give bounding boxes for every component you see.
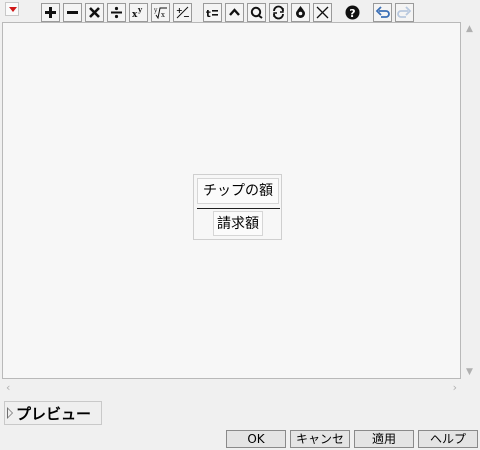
svg-text:y: y bbox=[153, 7, 158, 14]
svg-text:y: y bbox=[137, 5, 143, 14]
multiply-icon[interactable] bbox=[85, 2, 104, 22]
subtract-icon[interactable] bbox=[63, 2, 82, 22]
cancel-button[interactable]: キャンセル bbox=[290, 430, 350, 450]
formula-denominator[interactable]: 請求額 bbox=[213, 211, 263, 236]
formula-toolbar: xy yx + − t ? bbox=[41, 2, 417, 22]
formula-fraction[interactable]: チップの額 請求額 bbox=[193, 174, 282, 240]
add-icon[interactable] bbox=[41, 2, 60, 22]
swap-icon[interactable] bbox=[269, 2, 288, 22]
redo-icon bbox=[395, 2, 414, 22]
preview-label: プレビュー bbox=[16, 404, 92, 423]
apply-button[interactable]: 適用 bbox=[354, 430, 414, 448]
help-button[interactable]: ヘルプ bbox=[418, 430, 478, 448]
svg-text:t: t bbox=[206, 9, 211, 20]
power-icon[interactable]: xy bbox=[129, 2, 148, 22]
svg-text:−: − bbox=[183, 12, 190, 20]
delete-icon[interactable] bbox=[313, 2, 332, 22]
horizontal-scrollbar[interactable]: ‹ › bbox=[2, 380, 461, 396]
svg-text:+: + bbox=[176, 6, 183, 15]
unary-icon[interactable] bbox=[247, 2, 266, 22]
assign-icon[interactable]: t bbox=[203, 2, 222, 22]
ok-button[interactable]: OK bbox=[226, 430, 286, 448]
plus-minus-icon[interactable]: + − bbox=[173, 2, 192, 22]
scroll-down-icon[interactable]: ▼ bbox=[461, 365, 478, 379]
fraction-bar bbox=[197, 208, 280, 209]
red-triangle-menu-icon[interactable] bbox=[5, 2, 19, 16]
peel-icon[interactable] bbox=[225, 2, 244, 22]
preview-toggle[interactable]: プレビュー bbox=[4, 401, 102, 425]
scroll-up-icon[interactable]: ▲ bbox=[461, 22, 478, 36]
undo-icon[interactable] bbox=[373, 2, 392, 22]
help-icon[interactable]: ? bbox=[343, 3, 362, 22]
divide-icon[interactable] bbox=[107, 2, 126, 22]
formula-numerator[interactable]: チップの額 bbox=[197, 178, 279, 204]
root-icon[interactable]: yx bbox=[151, 2, 170, 22]
svg-text:?: ? bbox=[349, 7, 355, 20]
vertical-scrollbar[interactable]: ▲ ▼ bbox=[461, 22, 478, 379]
scroll-left-icon[interactable]: ‹ bbox=[6, 381, 10, 394]
disclosure-triangle-icon[interactable] bbox=[7, 407, 13, 419]
local-icon[interactable] bbox=[291, 2, 310, 22]
scroll-right-icon[interactable]: › bbox=[453, 381, 457, 394]
svg-text:x: x bbox=[161, 11, 165, 19]
